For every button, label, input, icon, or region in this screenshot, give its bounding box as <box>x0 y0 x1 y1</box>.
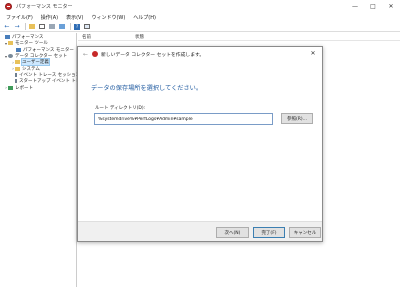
collector-icon <box>8 54 13 59</box>
export-list-icon[interactable] <box>58 23 66 31</box>
dialog-header: ← 新しいデータ コレクター セットを作成します。 ✕ <box>78 47 322 61</box>
perfmon-app-icon <box>5 2 12 10</box>
wizard-icon <box>92 51 98 57</box>
tree-item-label: システム <box>22 66 40 72</box>
menu-bar: ファイル(F) 操作(A) 表示(V) ウィンドウ(W) ヘルプ(H) <box>0 12 400 22</box>
tree-item-label: モニター ツール <box>15 41 48 47</box>
performance-icon <box>5 35 10 40</box>
maximize-button[interactable]: □ <box>364 0 382 12</box>
help-icon[interactable]: ? <box>73 23 81 31</box>
root-directory-input[interactable] <box>94 113 273 125</box>
forward-arrow-icon[interactable]: → <box>13 23 21 31</box>
column-header-status[interactable]: 状態 <box>135 34 144 40</box>
list-header: 名前 状態 <box>78 33 400 41</box>
console-tree: パフォーマンス ▾ モニター ツール パフォーマンス モニター ▾ データ コレ… <box>0 33 89 287</box>
tree-item-label: パフォーマンス モニター <box>23 47 74 53</box>
data-collector-set-wizard: ← 新しいデータ コレクター セットを作成します。 ✕ データの保存場所を選択し… <box>77 46 323 242</box>
document-icon <box>15 79 17 84</box>
minimize-button[interactable]: — <box>346 0 364 12</box>
next-button[interactable]: 次へ(N) <box>216 227 249 238</box>
finish-button[interactable]: 完了(F) <box>253 227 285 238</box>
console-tree-icon[interactable] <box>38 23 46 31</box>
tree-item-label: レポート <box>15 85 33 91</box>
menu-window[interactable]: ウィンドウ(W) <box>91 14 125 21</box>
dialog-heading: データの保存場所を選択してください。 <box>91 85 203 92</box>
column-header-name[interactable]: 名前 <box>82 34 91 40</box>
tree-item-label: ユーザー定義 <box>21 58 50 67</box>
window-title: パフォーマンス モニター <box>16 3 73 10</box>
close-icon[interactable]: ✕ <box>308 48 318 58</box>
folder-icon <box>15 66 20 71</box>
properties-icon[interactable] <box>48 23 56 31</box>
report-icon <box>8 85 13 90</box>
document-icon <box>15 72 17 77</box>
tree-item-label: パフォーマンス <box>12 35 44 41</box>
browse-button[interactable]: 参照(R)... <box>281 113 313 124</box>
chart-icon <box>16 47 21 52</box>
root-directory-label: ルート ディレクトリ(D): <box>95 106 146 111</box>
tree-item-reports[interactable]: › レポート <box>0 84 76 91</box>
toolbar-separator <box>25 23 26 30</box>
tree-item-label: データ コレクター セット <box>15 54 68 60</box>
menu-help[interactable]: ヘルプ(H) <box>133 14 156 21</box>
up-folder-icon[interactable] <box>28 23 36 31</box>
show-hide-pane-icon[interactable] <box>83 23 91 31</box>
tree-item-label: イベント トレース セッション <box>19 72 81 78</box>
menu-view[interactable]: 表示(V) <box>66 14 83 21</box>
back-arrow-icon[interactable]: ← <box>3 23 11 31</box>
folder-icon <box>8 41 13 46</box>
folder-icon <box>15 60 20 65</box>
dialog-title: 新しいデータ コレクター セットを作成します。 <box>101 52 205 58</box>
window-controls: — □ ✕ <box>346 0 400 12</box>
menu-action[interactable]: 操作(A) <box>41 14 58 21</box>
menu-file[interactable]: ファイル(F) <box>6 14 33 21</box>
close-window-button[interactable]: ✕ <box>382 0 400 12</box>
toolbar: ← → ? <box>0 22 400 32</box>
title-bar: パフォーマンス モニター — □ ✕ <box>0 0 400 12</box>
dialog-footer: 次へ(N) 完了(F) キャンセル <box>78 221 322 241</box>
cancel-button[interactable]: キャンセル <box>289 227 321 238</box>
toolbar-separator <box>70 23 71 30</box>
back-arrow-icon[interactable]: ← <box>82 51 89 58</box>
